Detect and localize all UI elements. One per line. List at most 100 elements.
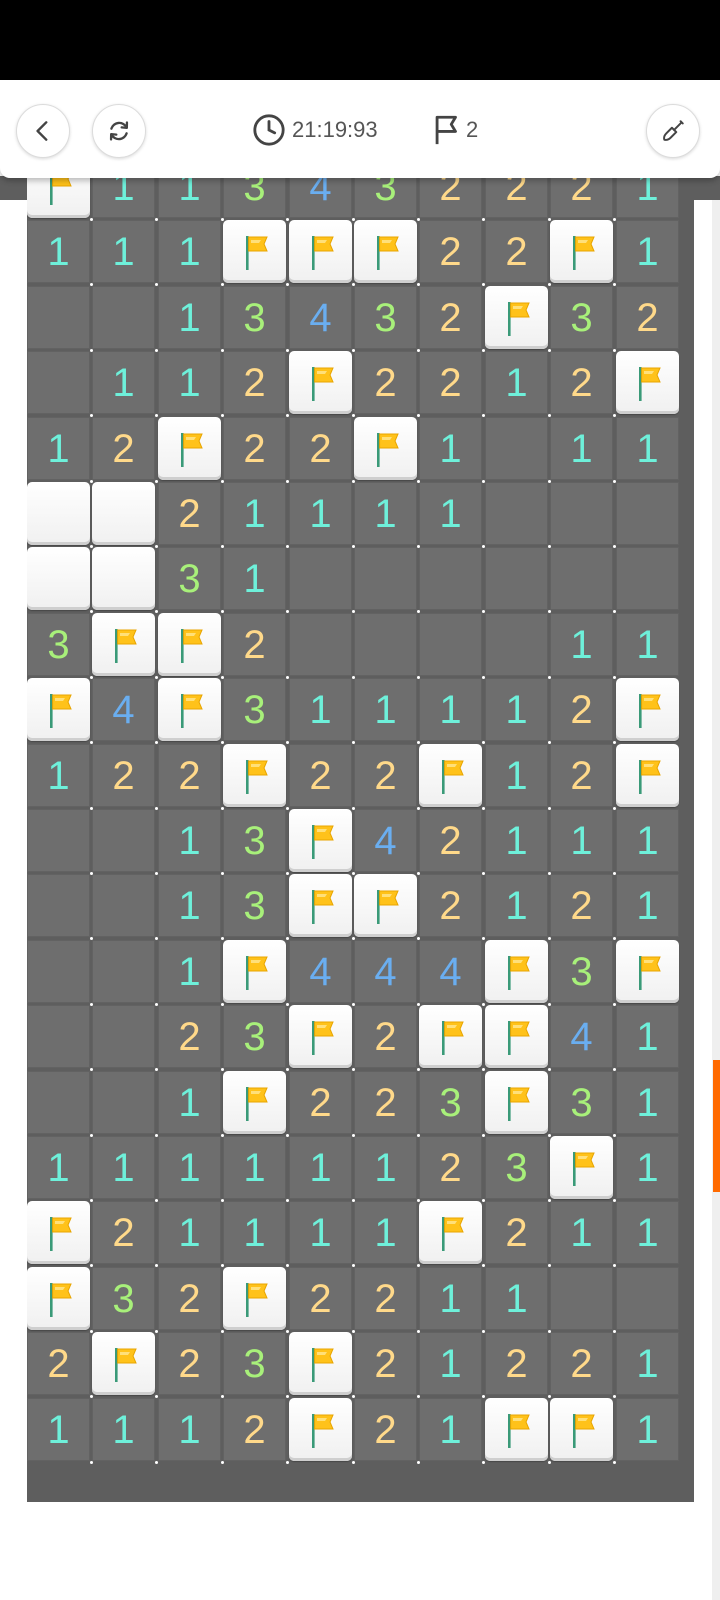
number-cell[interactable]: 1 bbox=[223, 1201, 286, 1264]
flagged-cell[interactable] bbox=[223, 1267, 286, 1330]
number-cell[interactable]: 2 bbox=[289, 1267, 352, 1330]
flagged-cell[interactable] bbox=[289, 1398, 352, 1461]
number-cell[interactable]: 2 bbox=[354, 351, 417, 414]
number-cell[interactable]: 2 bbox=[550, 351, 613, 414]
number-cell[interactable]: 2 bbox=[419, 220, 482, 283]
number-cell[interactable]: 1 bbox=[550, 417, 613, 480]
flagged-cell[interactable] bbox=[485, 940, 548, 1003]
number-cell[interactable]: 1 bbox=[485, 351, 548, 414]
number-cell[interactable]: 2 bbox=[550, 678, 613, 741]
empty-cell[interactable] bbox=[616, 547, 679, 610]
number-cell[interactable]: 2 bbox=[223, 613, 286, 676]
flagged-cell[interactable] bbox=[354, 417, 417, 480]
number-cell[interactable]: 1 bbox=[485, 678, 548, 741]
number-cell[interactable]: 3 bbox=[223, 874, 286, 937]
number-cell[interactable]: 4 bbox=[92, 678, 155, 741]
flagged-cell[interactable] bbox=[550, 1136, 613, 1199]
number-cell[interactable]: 1 bbox=[27, 1398, 90, 1461]
number-cell[interactable]: 1 bbox=[419, 1332, 482, 1395]
flagged-cell[interactable] bbox=[27, 1201, 90, 1264]
number-cell[interactable]: 1 bbox=[223, 482, 286, 545]
number-cell[interactable]: 3 bbox=[92, 1267, 155, 1330]
number-cell[interactable]: 2 bbox=[223, 351, 286, 414]
number-cell[interactable]: 1 bbox=[354, 1136, 417, 1199]
number-cell[interactable]: 3 bbox=[223, 286, 286, 349]
number-cell[interactable]: 2 bbox=[485, 1332, 548, 1395]
flagged-cell[interactable] bbox=[223, 940, 286, 1003]
number-cell[interactable]: 1 bbox=[158, 1071, 221, 1134]
number-cell[interactable]: 2 bbox=[27, 1332, 90, 1395]
empty-cell[interactable] bbox=[616, 1267, 679, 1330]
number-cell[interactable]: 2 bbox=[354, 1005, 417, 1068]
flagged-cell[interactable] bbox=[354, 220, 417, 283]
number-cell[interactable]: 1 bbox=[616, 417, 679, 480]
number-cell[interactable]: 4 bbox=[550, 1005, 613, 1068]
number-cell[interactable]: 4 bbox=[289, 176, 352, 218]
number-cell[interactable]: 2 bbox=[485, 1201, 548, 1264]
flagged-cell[interactable] bbox=[616, 351, 679, 414]
number-cell[interactable]: 1 bbox=[485, 744, 548, 807]
empty-cell[interactable] bbox=[485, 547, 548, 610]
number-cell[interactable]: 2 bbox=[550, 1332, 613, 1395]
number-cell[interactable]: 1 bbox=[289, 1201, 352, 1264]
number-cell[interactable]: 1 bbox=[289, 678, 352, 741]
number-cell[interactable]: 1 bbox=[223, 1136, 286, 1199]
empty-cell[interactable] bbox=[27, 1071, 90, 1134]
number-cell[interactable]: 1 bbox=[92, 220, 155, 283]
number-cell[interactable]: 2 bbox=[419, 176, 482, 218]
number-cell[interactable]: 2 bbox=[550, 176, 613, 218]
number-cell[interactable]: 1 bbox=[158, 940, 221, 1003]
number-cell[interactable]: 2 bbox=[419, 286, 482, 349]
flagged-cell[interactable] bbox=[289, 1005, 352, 1068]
flagged-cell[interactable] bbox=[158, 678, 221, 741]
empty-cell[interactable] bbox=[27, 286, 90, 349]
number-cell[interactable]: 2 bbox=[92, 1201, 155, 1264]
flagged-cell[interactable] bbox=[419, 1201, 482, 1264]
flagged-cell[interactable] bbox=[485, 286, 548, 349]
number-cell[interactable]: 1 bbox=[616, 1071, 679, 1134]
number-cell[interactable]: 3 bbox=[223, 176, 286, 218]
flagged-cell[interactable] bbox=[223, 1071, 286, 1134]
empty-cell[interactable] bbox=[27, 809, 90, 872]
number-cell[interactable]: 1 bbox=[616, 220, 679, 283]
flagged-cell[interactable] bbox=[289, 874, 352, 937]
number-cell[interactable]: 1 bbox=[419, 678, 482, 741]
number-cell[interactable]: 1 bbox=[27, 417, 90, 480]
number-cell[interactable]: 1 bbox=[27, 744, 90, 807]
dig-mode-button[interactable] bbox=[646, 104, 700, 158]
number-cell[interactable]: 3 bbox=[550, 1071, 613, 1134]
number-cell[interactable]: 3 bbox=[223, 1005, 286, 1068]
empty-cell[interactable] bbox=[550, 482, 613, 545]
number-cell[interactable]: 1 bbox=[223, 547, 286, 610]
number-cell[interactable]: 2 bbox=[223, 1398, 286, 1461]
number-cell[interactable]: 1 bbox=[419, 417, 482, 480]
number-cell[interactable]: 2 bbox=[289, 744, 352, 807]
number-cell[interactable]: 2 bbox=[158, 1332, 221, 1395]
number-cell[interactable]: 1 bbox=[354, 678, 417, 741]
flagged-cell[interactable] bbox=[616, 940, 679, 1003]
number-cell[interactable]: 1 bbox=[550, 613, 613, 676]
number-cell[interactable]: 2 bbox=[289, 1071, 352, 1134]
number-cell[interactable]: 1 bbox=[158, 220, 221, 283]
number-cell[interactable]: 4 bbox=[289, 286, 352, 349]
number-cell[interactable]: 3 bbox=[354, 286, 417, 349]
number-cell[interactable]: 1 bbox=[27, 220, 90, 283]
flagged-cell[interactable] bbox=[485, 1005, 548, 1068]
flagged-cell[interactable] bbox=[289, 1332, 352, 1395]
hidden-cell[interactable] bbox=[27, 482, 90, 545]
empty-cell[interactable] bbox=[92, 1005, 155, 1068]
number-cell[interactable]: 2 bbox=[289, 417, 352, 480]
number-cell[interactable]: 1 bbox=[616, 809, 679, 872]
number-cell[interactable]: 1 bbox=[158, 874, 221, 937]
empty-cell[interactable] bbox=[92, 1071, 155, 1134]
number-cell[interactable]: 1 bbox=[419, 1398, 482, 1461]
number-cell[interactable]: 2 bbox=[616, 286, 679, 349]
empty-cell[interactable] bbox=[289, 613, 352, 676]
hidden-cell[interactable] bbox=[27, 547, 90, 610]
number-cell[interactable]: 1 bbox=[550, 1201, 613, 1264]
empty-cell[interactable] bbox=[27, 351, 90, 414]
number-cell[interactable]: 4 bbox=[289, 940, 352, 1003]
empty-cell[interactable] bbox=[354, 547, 417, 610]
flagged-cell[interactable] bbox=[616, 744, 679, 807]
number-cell[interactable]: 4 bbox=[354, 940, 417, 1003]
